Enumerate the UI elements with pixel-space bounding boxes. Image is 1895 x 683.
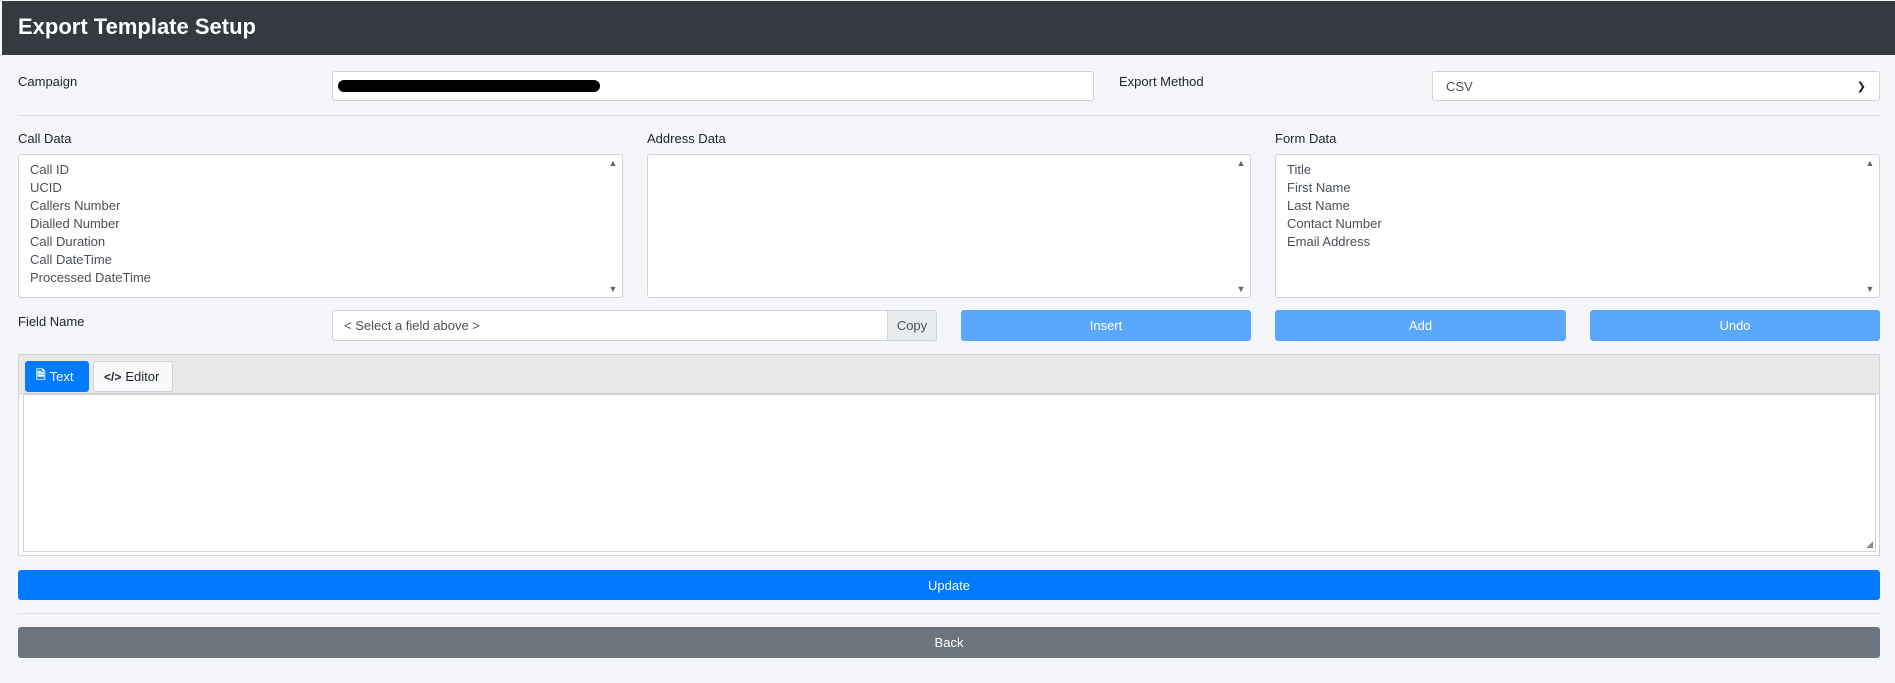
form-data-list[interactable]: Title First Name Last Name Contact Number Em…: [1275, 154, 1880, 298]
file-icon: 🗎: [36, 368, 46, 382]
back-button[interactable]: Back: [18, 627, 1880, 658]
call-data-list[interactable]: Call ID UCID Callers Number Dialled Number C…: [18, 154, 623, 298]
list-item[interactable]: Title: [1287, 161, 1879, 179]
update-button[interactable]: Update: [18, 570, 1880, 600]
list-item[interactable]: Dialled Number: [30, 215, 622, 233]
address-data-list[interactable]: ▲ ▼: [647, 154, 1251, 298]
scroll-up-arrow[interactable]: ▲: [1863, 158, 1877, 168]
add-button[interactable]: Add: [1275, 310, 1566, 341]
tab-editor[interactable]: </> Editor: [93, 361, 173, 392]
export-method-value: CSV: [1446, 78, 1473, 94]
template-editor: 🗎 Text </> Editor ◢: [18, 354, 1880, 556]
call-data-label: Call Data: [18, 131, 72, 146]
list-item[interactable]: First Name: [1287, 179, 1879, 197]
copy-button[interactable]: Copy: [887, 310, 937, 341]
chevron-down-icon: ❯: [1856, 80, 1866, 93]
list-item[interactable]: UCID: [30, 179, 622, 197]
tab-text[interactable]: 🗎 Text: [25, 361, 89, 392]
page-header: Export Template Setup: [2, 1, 1895, 55]
list-item[interactable]: Call DateTime: [30, 251, 622, 269]
list-item[interactable]: Callers Number: [30, 197, 622, 215]
scroll-up-arrow[interactable]: ▲: [606, 158, 620, 168]
editor-tab-bar: 🗎 Text </> Editor: [19, 355, 1879, 394]
divider: [18, 115, 1880, 116]
campaign-label: Campaign: [18, 74, 78, 89]
template-textarea[interactable]: ◢: [23, 394, 1876, 552]
list-item[interactable]: Last Name: [1287, 197, 1879, 215]
list-item[interactable]: Call Duration: [30, 233, 622, 251]
list-item[interactable]: Contact Number: [1287, 215, 1879, 233]
undo-button[interactable]: Undo: [1590, 310, 1880, 341]
form-data-label: Form Data: [1275, 131, 1337, 146]
field-name-placeholder: < Select a field above >: [344, 318, 480, 333]
list-item[interactable]: Email Address: [1287, 233, 1879, 251]
scroll-up-arrow[interactable]: ▲: [1234, 158, 1248, 168]
code-icon: </>: [104, 369, 122, 384]
campaign-input[interactable]: [332, 71, 1094, 101]
redacted-value: [338, 80, 600, 92]
tab-editor-label: Editor: [125, 369, 160, 384]
field-name-label: Field Name: [18, 314, 85, 329]
divider: [18, 613, 1880, 614]
insert-button[interactable]: Insert: [961, 310, 1251, 341]
scroll-down-arrow[interactable]: ▼: [606, 284, 620, 294]
resize-handle-icon[interactable]: ◢: [1866, 539, 1873, 550]
export-method-label: Export Method: [1119, 74, 1204, 89]
scroll-down-arrow[interactable]: ▼: [1234, 284, 1248, 294]
list-item[interactable]: Call ID: [30, 161, 622, 179]
tab-text-label: Text: [49, 369, 74, 384]
list-item[interactable]: Processed DateTime: [30, 269, 622, 287]
address-data-label: Address Data: [647, 131, 726, 146]
field-name-input[interactable]: < Select a field above >: [332, 310, 888, 341]
export-method-select[interactable]: CSV ❯: [1432, 71, 1880, 101]
page-title: Export Template Setup: [18, 14, 256, 39]
scroll-down-arrow[interactable]: ▼: [1863, 284, 1877, 294]
